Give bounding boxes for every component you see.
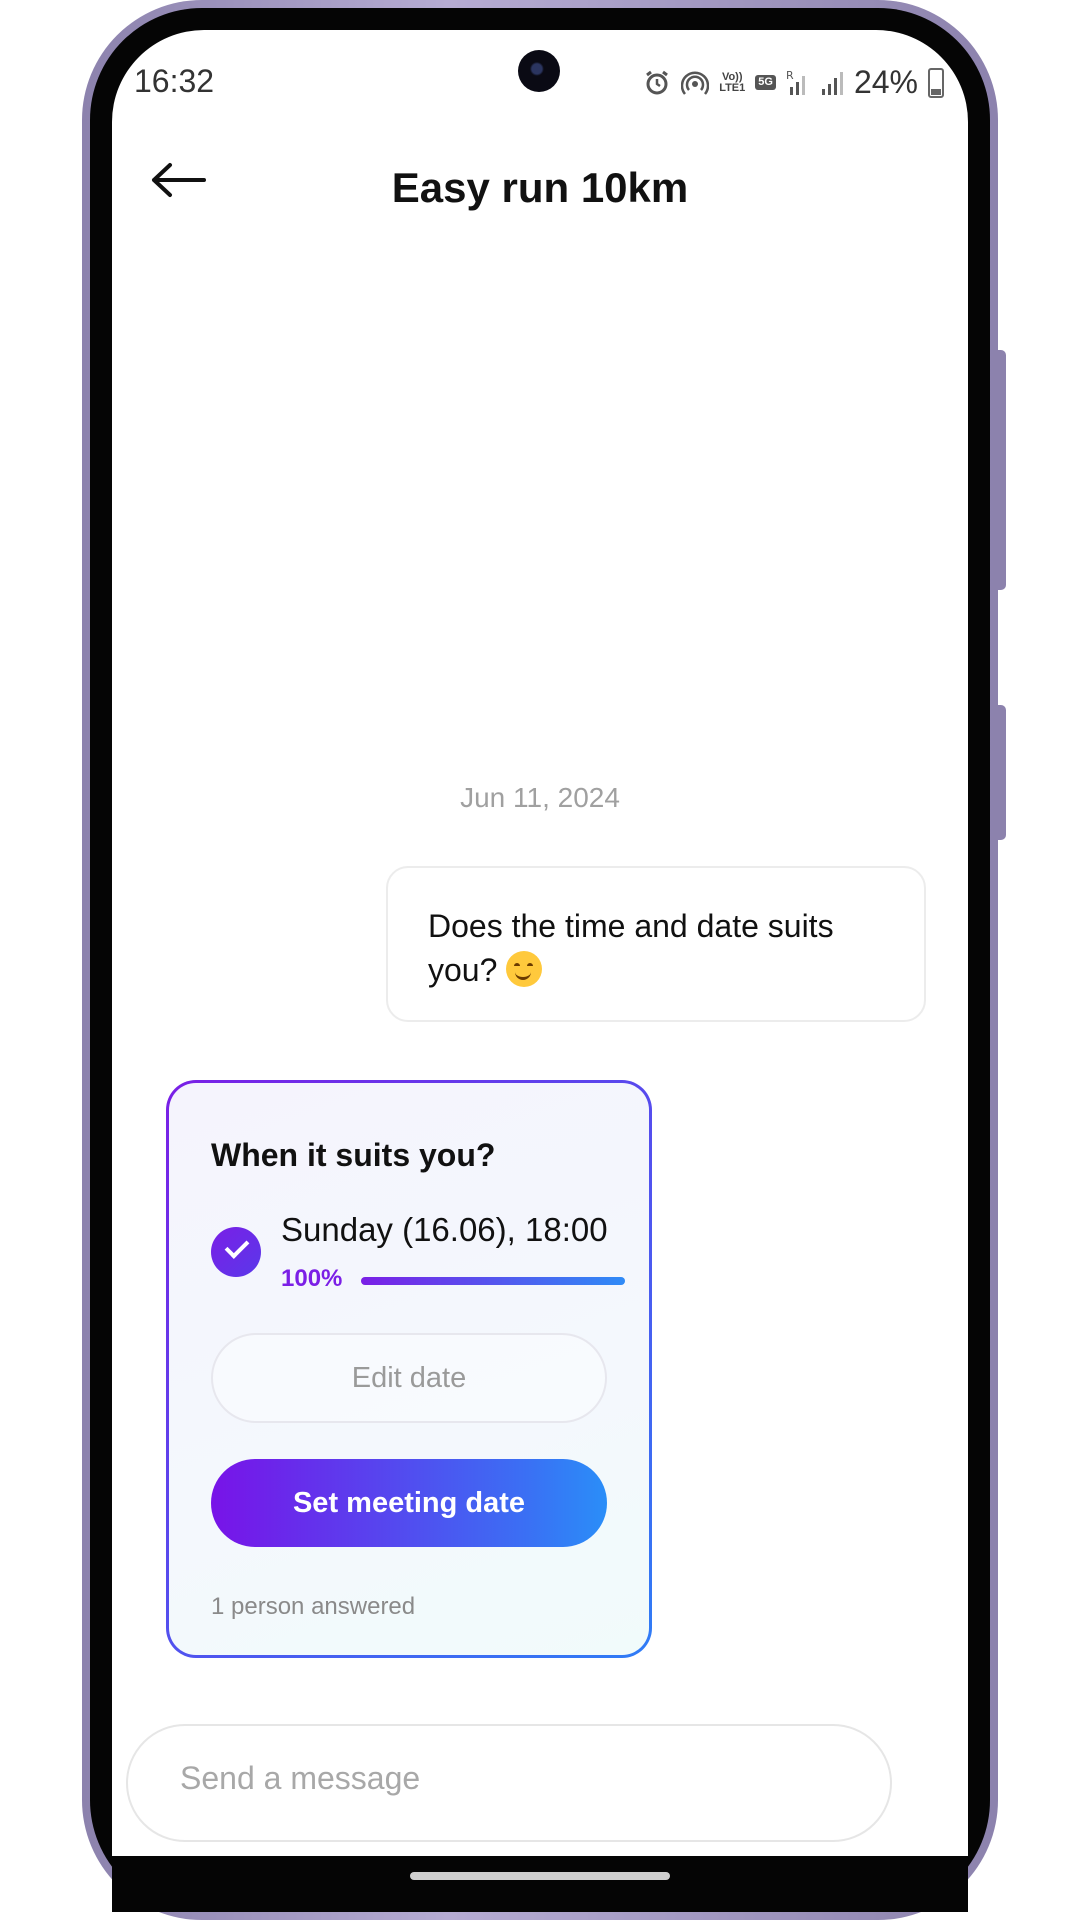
status-time: 16:32 xyxy=(134,63,215,99)
volte-icon: Vo)) LTE1 xyxy=(719,70,746,94)
page-title: Easy run 10km xyxy=(391,164,689,211)
chat-header: Easy run 10km xyxy=(112,130,968,230)
edit-date-button[interactable]: Edit date xyxy=(211,1333,607,1423)
status-bar: 16:32 Vo)) LTE1 5G R 24% xyxy=(112,60,968,120)
smiling-face-icon xyxy=(506,951,543,987)
date-separator: Jun 11, 2024 xyxy=(460,782,620,813)
status-icons: Vo)) LTE1 5G R 24% xyxy=(643,64,944,101)
volume-button xyxy=(996,350,1006,590)
poll-option-label[interactable]: Sunday (16.06), 18:00 xyxy=(281,1211,608,1249)
poll-progress-fill xyxy=(361,1277,625,1285)
navigation-bar xyxy=(112,1856,968,1912)
power-button xyxy=(996,705,1006,840)
answered-count: 1 person answered xyxy=(211,1593,416,1620)
screen: 16:32 Vo)) LTE1 5G R 24% Easy run 10km J… xyxy=(112,30,968,1856)
set-meeting-date-button[interactable]: Set meeting date xyxy=(211,1459,607,1547)
message-bubble: Does the time and date suits you? xyxy=(386,866,926,1022)
battery-percent: 24% xyxy=(853,64,918,100)
checkmark-icon[interactable] xyxy=(211,1227,261,1277)
signal-roaming-icon: R xyxy=(786,69,805,95)
poll-progress-bar xyxy=(361,1277,625,1285)
poll-card: When it suits you? Sunday (16.06), 18:00… xyxy=(166,1080,652,1658)
message-text: Does the time and date suits you? xyxy=(428,908,834,988)
hotspot-icon xyxy=(681,70,710,95)
poll-question: When it suits you? xyxy=(211,1137,496,1173)
signal-icon xyxy=(821,71,843,95)
home-indicator[interactable] xyxy=(410,1872,670,1880)
5g-icon: 5G xyxy=(755,75,776,90)
alarm-icon xyxy=(646,70,669,94)
message-placeholder: Send a message xyxy=(180,1760,421,1796)
poll-option-percent: 100% xyxy=(281,1265,343,1292)
message-input[interactable]: Send a message xyxy=(126,1724,892,1842)
svg-text:R: R xyxy=(786,69,794,82)
battery-icon xyxy=(928,67,944,98)
